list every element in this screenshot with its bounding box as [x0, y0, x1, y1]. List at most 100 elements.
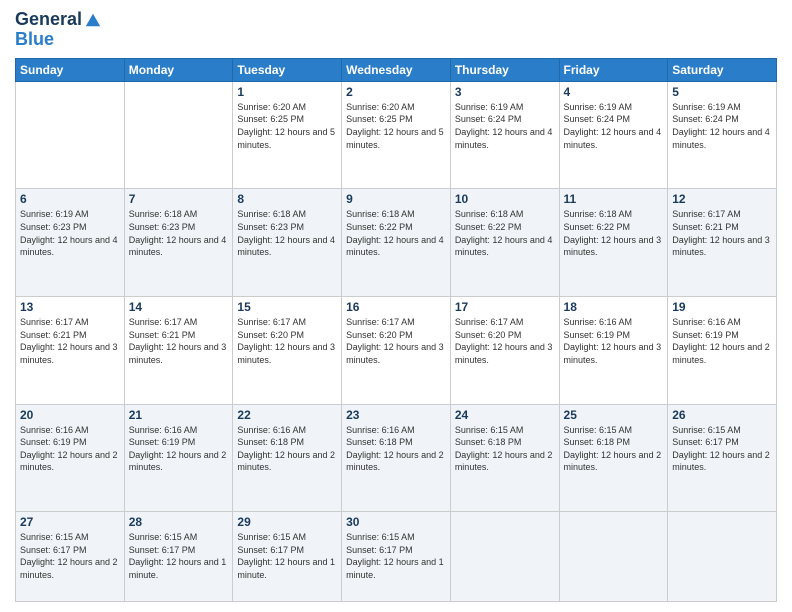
day-number: 4	[564, 85, 664, 99]
day-info: Sunrise: 6:18 AMSunset: 6:22 PMDaylight:…	[564, 208, 664, 258]
calendar-cell: 15 Sunrise: 6:17 AMSunset: 6:20 PMDayligh…	[233, 297, 342, 405]
calendar-cell	[450, 512, 559, 602]
calendar-page: General Blue SundayMondayTuesdayWednesda…	[0, 0, 792, 612]
weekday-header-monday: Monday	[124, 58, 233, 81]
day-number: 17	[455, 300, 555, 314]
calendar-cell: 25Sunrise: 6:15 AMSunset: 6:18 PMDayligh…	[559, 404, 668, 512]
calendar-week-row: 13 Sunrise: 6:17 AMSunset: 6:21 PMDayligh…	[16, 297, 777, 405]
day-number: 26	[672, 408, 772, 422]
calendar-week-row: 1Sunrise: 6:20 AMSunset: 6:25 PMDaylight…	[16, 81, 777, 189]
day-number: 8	[237, 192, 337, 206]
calendar-cell: 23Sunrise: 6:16 AMSunset: 6:18 PMDayligh…	[342, 404, 451, 512]
calendar-cell: 24 Sunrise: 6:15 AMSunset: 6:18 PMDayligh…	[450, 404, 559, 512]
day-info: Sunrise: 6:19 AMSunset: 6:24 PMDaylight:…	[455, 101, 555, 151]
calendar-cell	[668, 512, 777, 602]
calendar-table: SundayMondayTuesdayWednesdayThursdayFrid…	[15, 58, 777, 602]
day-info: Sunrise: 6:20 AMSunset: 6:25 PMDaylight:…	[346, 101, 446, 151]
calendar-cell: 17 Sunrise: 6:17 AMSunset: 6:20 PMDayligh…	[450, 297, 559, 405]
calendar-cell	[559, 512, 668, 602]
day-info: Sunrise: 6:16 AMSunset: 6:18 PMDaylight:…	[237, 424, 337, 474]
calendar-cell: 5 Sunrise: 6:19 AMSunset: 6:24 PMDaylight…	[668, 81, 777, 189]
day-number: 6	[20, 192, 120, 206]
day-info: Sunrise: 6:15 AMSunset: 6:17 PMDaylight:…	[20, 531, 120, 581]
calendar-cell: 26 Sunrise: 6:15 AMSunset: 6:17 PMDayligh…	[668, 404, 777, 512]
calendar-cell: 21 Sunrise: 6:16 AMSunset: 6:19 PMDayligh…	[124, 404, 233, 512]
calendar-cell	[124, 81, 233, 189]
logo-text-blue: Blue	[15, 29, 54, 49]
day-info: Sunrise: 6:16 AMSunset: 6:19 PMDaylight:…	[129, 424, 229, 474]
calendar-cell: 6 Sunrise: 6:19 AMSunset: 6:23 PMDaylight…	[16, 189, 125, 297]
day-info: Sunrise: 6:19 AMSunset: 6:24 PMDaylight:…	[564, 101, 664, 151]
day-number: 10	[455, 192, 555, 206]
day-info: Sunrise: 6:18 AMSunset: 6:23 PMDaylight:…	[237, 208, 337, 258]
day-number: 3	[455, 85, 555, 99]
calendar-cell: 1Sunrise: 6:20 AMSunset: 6:25 PMDaylight…	[233, 81, 342, 189]
day-info: Sunrise: 6:15 AMSunset: 6:18 PMDaylight:…	[455, 424, 555, 474]
day-number: 5	[672, 85, 772, 99]
day-info: Sunrise: 6:18 AMSunset: 6:23 PMDaylight:…	[129, 208, 229, 258]
calendar-cell	[16, 81, 125, 189]
calendar-week-row: 20 Sunrise: 6:16 AMSunset: 6:19 PMDayligh…	[16, 404, 777, 512]
day-info: Sunrise: 6:15 AMSunset: 6:17 PMDaylight:…	[129, 531, 229, 581]
weekday-header-row: SundayMondayTuesdayWednesdayThursdayFrid…	[16, 58, 777, 81]
calendar-cell: 30 Sunrise: 6:15 AMSunset: 6:17 PMDayligh…	[342, 512, 451, 602]
day-number: 27	[20, 515, 120, 529]
day-number: 19	[672, 300, 772, 314]
day-info: Sunrise: 6:15 AMSunset: 6:17 PMDaylight:…	[237, 531, 337, 581]
calendar-cell: 4 Sunrise: 6:19 AMSunset: 6:24 PMDaylight…	[559, 81, 668, 189]
day-number: 11	[564, 192, 664, 206]
day-info: Sunrise: 6:20 AMSunset: 6:25 PMDaylight:…	[237, 101, 337, 151]
day-info: Sunrise: 6:17 AMSunset: 6:20 PMDaylight:…	[455, 316, 555, 366]
day-number: 21	[129, 408, 229, 422]
calendar-cell: 28 Sunrise: 6:15 AMSunset: 6:17 PMDayligh…	[124, 512, 233, 602]
calendar-cell: 11 Sunrise: 6:18 AMSunset: 6:22 PMDayligh…	[559, 189, 668, 297]
calendar-cell: 20 Sunrise: 6:16 AMSunset: 6:19 PMDayligh…	[16, 404, 125, 512]
calendar-cell: 13 Sunrise: 6:17 AMSunset: 6:21 PMDayligh…	[16, 297, 125, 405]
day-number: 20	[20, 408, 120, 422]
day-info: Sunrise: 6:17 AMSunset: 6:20 PMDaylight:…	[346, 316, 446, 366]
calendar-week-row: 27 Sunrise: 6:15 AMSunset: 6:17 PMDayligh…	[16, 512, 777, 602]
day-number: 18	[564, 300, 664, 314]
day-number: 14	[129, 300, 229, 314]
day-info: Sunrise: 6:18 AMSunset: 6:22 PMDaylight:…	[346, 208, 446, 258]
calendar-cell: 2 Sunrise: 6:20 AMSunset: 6:25 PMDaylight…	[342, 81, 451, 189]
day-number: 29	[237, 515, 337, 529]
day-number: 15	[237, 300, 337, 314]
day-info: Sunrise: 6:19 AMSunset: 6:23 PMDaylight:…	[20, 208, 120, 258]
day-number: 22	[237, 408, 337, 422]
day-number: 9	[346, 192, 446, 206]
day-info: Sunrise: 6:17 AMSunset: 6:20 PMDaylight:…	[237, 316, 337, 366]
calendar-cell: 9 Sunrise: 6:18 AMSunset: 6:22 PMDaylight…	[342, 189, 451, 297]
calendar-cell: 18Sunrise: 6:16 AMSunset: 6:19 PMDayligh…	[559, 297, 668, 405]
day-info: Sunrise: 6:18 AMSunset: 6:22 PMDaylight:…	[455, 208, 555, 258]
calendar-cell: 10 Sunrise: 6:18 AMSunset: 6:22 PMDayligh…	[450, 189, 559, 297]
logo: General Blue	[15, 10, 102, 50]
day-number: 16	[346, 300, 446, 314]
day-info: Sunrise: 6:17 AMSunset: 6:21 PMDaylight:…	[20, 316, 120, 366]
calendar-cell: 27 Sunrise: 6:15 AMSunset: 6:17 PMDayligh…	[16, 512, 125, 602]
day-info: Sunrise: 6:16 AMSunset: 6:19 PMDaylight:…	[20, 424, 120, 474]
day-info: Sunrise: 6:19 AMSunset: 6:24 PMDaylight:…	[672, 101, 772, 151]
day-number: 13	[20, 300, 120, 314]
weekday-header-sunday: Sunday	[16, 58, 125, 81]
day-number: 28	[129, 515, 229, 529]
logo-icon	[84, 11, 102, 29]
day-info: Sunrise: 6:15 AMSunset: 6:18 PMDaylight:…	[564, 424, 664, 474]
day-number: 12	[672, 192, 772, 206]
day-info: Sunrise: 6:17 AMSunset: 6:21 PMDaylight:…	[129, 316, 229, 366]
day-number: 24	[455, 408, 555, 422]
calendar-cell: 3 Sunrise: 6:19 AMSunset: 6:24 PMDaylight…	[450, 81, 559, 189]
day-info: Sunrise: 6:15 AMSunset: 6:17 PMDaylight:…	[672, 424, 772, 474]
day-info: Sunrise: 6:15 AMSunset: 6:17 PMDaylight:…	[346, 531, 446, 581]
calendar-cell: 14 Sunrise: 6:17 AMSunset: 6:21 PMDayligh…	[124, 297, 233, 405]
day-number: 2	[346, 85, 446, 99]
header: General Blue	[15, 10, 777, 50]
calendar-cell: 12 Sunrise: 6:17 AMSunset: 6:21 PMDayligh…	[668, 189, 777, 297]
day-number: 7	[129, 192, 229, 206]
calendar-cell: 22 Sunrise: 6:16 AMSunset: 6:18 PMDayligh…	[233, 404, 342, 512]
day-number: 23	[346, 408, 446, 422]
calendar-cell: 19Sunrise: 6:16 AMSunset: 6:19 PMDayligh…	[668, 297, 777, 405]
weekday-header-friday: Friday	[559, 58, 668, 81]
day-info: Sunrise: 6:17 AMSunset: 6:21 PMDaylight:…	[672, 208, 772, 258]
day-number: 30	[346, 515, 446, 529]
